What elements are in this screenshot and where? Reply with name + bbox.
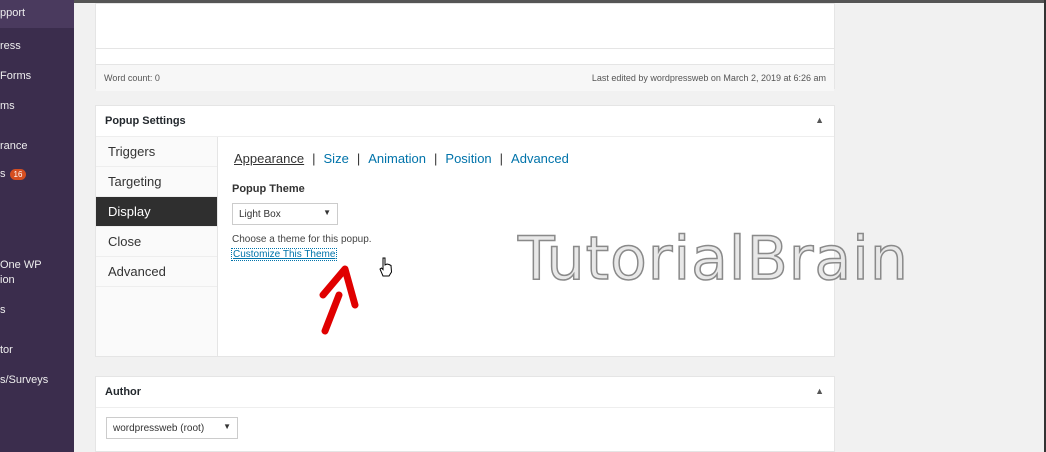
red-arrow-annotation-icon [319,265,359,335]
popup-theme-select[interactable]: Light Box ▼ [232,203,338,225]
author-select[interactable]: wordpressweb (root) ▼ [106,417,238,439]
admin-sidebar: pport ress Forms ms rance s 16 One WP ion… [0,0,74,452]
post-editor: Word count: 0 Last edited by wordpresswe… [95,3,835,91]
sidebar-item-label: s [0,168,6,180]
collapse-toggle-icon[interactable]: ▲ [815,386,824,396]
sidebar-item-all-in-one-wp[interactable]: One WP [0,259,42,271]
sidebar-item-support[interactable]: pport [0,0,74,28]
subnav-advanced[interactable]: Advanced [511,151,569,166]
popup-theme-value: Light Box [239,209,281,220]
tab-display[interactable]: Display [96,197,217,227]
sidebar-item-label: pport [0,7,26,19]
chevron-down-icon: ▼ [223,422,231,431]
author-value: wordpressweb (root) [113,423,205,434]
customize-theme-link[interactable]: Customize This Theme [231,248,338,261]
sidebar-item-migration[interactable]: ion [0,274,15,286]
hand-cursor-icon [379,257,393,277]
tab-close[interactable]: Close [96,227,217,257]
subnav-size[interactable]: Size [324,151,349,166]
tab-triggers[interactable]: Triggers [96,137,217,167]
chevron-down-icon: ▼ [323,208,331,217]
author-header: Author ▲ [96,377,834,408]
collapse-toggle-icon[interactable]: ▲ [815,115,824,125]
sidebar-item-editor[interactable]: tor [0,344,13,356]
subnav-animation[interactable]: Animation [368,151,426,166]
subnav-separator: | [434,151,438,166]
last-edited: Last edited by wordpressweb on March 2, … [591,73,826,83]
tab-targeting[interactable]: Targeting [96,167,217,197]
popup-settings-header: Popup Settings ▲ [96,106,834,137]
author-box: Author ▲ wordpressweb (root) ▼ [95,376,835,452]
tab-advanced[interactable]: Advanced [96,257,217,287]
popup-theme-label: Popup Theme [232,183,305,195]
sidebar-item-settings[interactable]: s [0,304,6,316]
editor-status-bar: Word count: 0 Last edited by wordpresswe… [96,64,834,91]
popup-settings-title: Popup Settings [105,115,186,127]
editor-content-area[interactable] [96,4,834,49]
sidebar-item-appearance[interactable]: rance [0,140,28,152]
subnav-separator: | [312,151,316,166]
update-count-badge: 16 [9,168,27,180]
sidebar-item-plugins[interactable]: s 16 [0,168,27,180]
subnav-position[interactable]: Position [445,151,491,166]
settings-tabs: Triggers Targeting Display Close Advance… [96,137,218,356]
word-count: Word count: 0 [104,73,160,83]
sidebar-item-forms[interactable]: Forms [0,70,31,82]
sidebar-item-items[interactable]: ms [0,100,15,112]
sidebar-item-wpforms-press[interactable]: ress [0,40,21,52]
subnav-separator: | [356,151,361,166]
display-subnav: Appearance | Size | Animation | Position | Advan… [234,151,569,166]
subnav-separator: | [499,151,504,166]
author-title: Author [105,386,142,398]
popup-theme-help: Choose a theme for this popup. [232,234,372,245]
subnav-appearance[interactable]: Appearance [234,151,304,166]
sidebar-item-polls-surveys[interactable]: s/Surveys [0,374,48,386]
watermark-logo: TutorialBrain [517,223,909,295]
